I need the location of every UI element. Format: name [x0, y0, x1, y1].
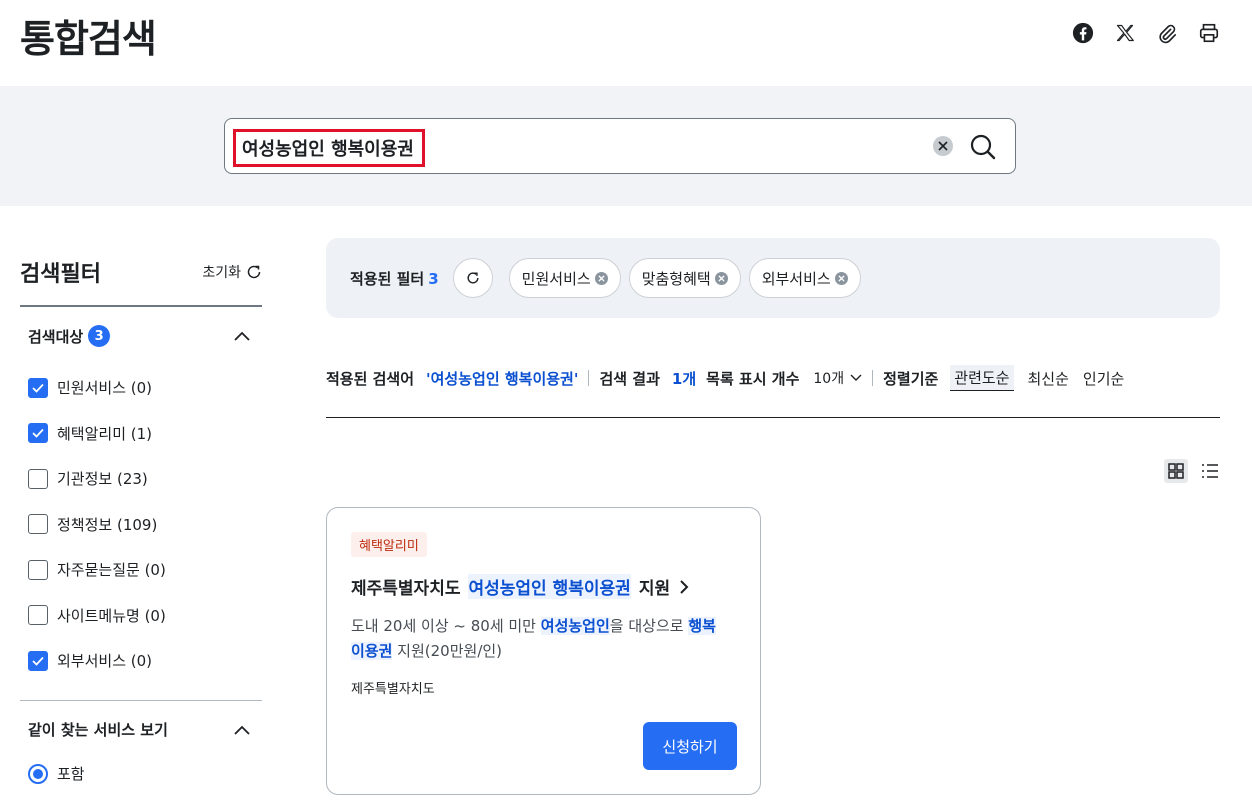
radio-selected[interactable] — [28, 763, 48, 784]
checkbox-label: 기관정보 (23) — [57, 470, 148, 489]
search-input[interactable] — [233, 129, 425, 167]
card-title-link[interactable]: 제주특별자치도 여성농업인 행복이용권 지원 — [351, 574, 690, 599]
chevron-up-icon — [234, 331, 250, 341]
checkbox-policy[interactable]: 정책정보 (109) — [28, 502, 262, 548]
filter-chip-benefit[interactable]: 맞춤형혜택 — [628, 258, 741, 298]
remove-chip-icon[interactable] — [594, 271, 608, 285]
search-button[interactable] — [967, 131, 999, 163]
query-label: 적용된 검색어 — [326, 369, 415, 388]
refresh-icon — [247, 265, 261, 279]
search-box — [224, 118, 1016, 174]
filter-title: 검색필터 — [20, 262, 101, 287]
chevron-up-icon — [234, 725, 250, 735]
card-title-prefix: 제주특별자치도 — [351, 579, 461, 599]
search-filter-panel: 검색필터 초기화 검색대상 3 민원서비스 (0) 혜택알리미 (1) 기관정보… — [20, 256, 262, 789]
checkbox-label: 혜택알리미 (1) — [57, 424, 153, 443]
apply-button[interactable]: 신청하기 — [643, 722, 737, 770]
result-summary-bar: 적용된 검색어 '여성농업인 행복이용권' 검색 결과 1개 목록 표시 개수 … — [326, 362, 1220, 394]
checkbox-label: 자주묻는질문 (0) — [57, 561, 166, 580]
link-icon[interactable] — [1154, 20, 1180, 46]
target-checklist: 민원서비스 (0) 혜택알리미 (1) 기관정보 (23) 정책정보 (109)… — [20, 365, 262, 684]
checkbox-unchecked[interactable] — [28, 605, 48, 626]
target-group-toggle[interactable]: 검색대상 3 — [20, 307, 262, 365]
filter-reset-button[interactable]: 초기화 — [202, 262, 262, 282]
target-group-title: 검색대상 — [28, 327, 84, 346]
card-title-highlight: 여성농업인 행복이용권 — [468, 574, 631, 599]
radio-include[interactable]: 포함 — [20, 759, 262, 789]
page-title: 통합검색 — [20, 17, 157, 61]
checkbox-label: 사이트메뉴명 (0) — [57, 606, 166, 625]
chevron-down-icon — [850, 374, 862, 381]
close-icon — [938, 141, 948, 151]
x-icon[interactable] — [1112, 20, 1138, 46]
grid-view-icon[interactable] — [1164, 459, 1188, 483]
checkbox-unchecked[interactable] — [28, 468, 48, 489]
per-page-value: 10개 — [813, 371, 845, 387]
result-label: 검색 결과 — [599, 369, 660, 388]
checkbox-benefit[interactable]: 혜택알리미 (1) — [28, 411, 262, 457]
checkbox-sitemenu[interactable]: 사이트메뉴명 (0) — [28, 593, 262, 639]
query-value: '여성농업인 행복이용권' — [426, 369, 579, 388]
card-description: 도내 20세 이상 ~ 80세 미만 여성농업인을 대상으로 행복 이용권 지원(… — [351, 617, 716, 660]
list-view-icon[interactable] — [1198, 459, 1222, 483]
applied-filters-count: 3 — [428, 269, 439, 288]
per-page-select[interactable]: 10개 — [813, 368, 862, 388]
filter-chip-minwon[interactable]: 민원서비스 — [508, 258, 621, 298]
applied-reset-button[interactable] — [452, 258, 493, 298]
card-title-suffix: 지원 — [638, 579, 671, 599]
chip-label: 민원서비스 — [521, 269, 591, 288]
target-count-badge: 3 — [88, 325, 111, 347]
search-icon — [970, 134, 996, 160]
checkbox-agency[interactable]: 기관정보 (23) — [28, 456, 262, 502]
sort-latest[interactable]: 최신순 — [1028, 368, 1069, 389]
checkbox-checked[interactable] — [28, 650, 48, 671]
radio-label: 포함 — [57, 765, 85, 783]
result-count: 1개 — [671, 369, 697, 388]
view-toggle — [1164, 459, 1222, 483]
chevron-right-icon — [680, 579, 689, 594]
checkbox-unchecked[interactable] — [28, 514, 48, 535]
search-band — [0, 86, 1252, 206]
facebook-icon[interactable] — [1070, 20, 1096, 46]
result-card: 혜택알리미 제주특별자치도 여성농업인 행복이용권 지원 도내 20세 이상 ~… — [326, 507, 761, 795]
card-category-tag: 혜택알리미 — [351, 532, 427, 557]
checkbox-faq[interactable]: 자주묻는질문 (0) — [28, 547, 262, 593]
sort-relevance[interactable]: 관련도순 — [950, 365, 1014, 391]
sort-popular[interactable]: 인기순 — [1083, 368, 1124, 389]
per-page-label: 목록 표시 개수 — [706, 369, 800, 388]
checkbox-label: 민원서비스 (0) — [57, 379, 153, 398]
together-group-toggle[interactable]: 같이 찾는 서비스 보기 — [20, 701, 262, 759]
print-icon[interactable] — [1196, 20, 1222, 46]
checkbox-label: 외부서비스 (0) — [57, 652, 153, 671]
reset-label: 초기화 — [202, 265, 241, 281]
refresh-icon — [467, 272, 479, 284]
checkbox-unchecked[interactable] — [28, 559, 48, 580]
share-tools — [1070, 20, 1222, 46]
remove-chip-icon[interactable] — [834, 271, 848, 285]
checkbox-minwon[interactable]: 민원서비스 (0) — [28, 365, 262, 411]
sort-label: 정렬기준 — [883, 369, 939, 388]
together-group-title: 같이 찾는 서비스 보기 — [28, 721, 168, 739]
filter-chip-external[interactable]: 외부서비스 — [748, 258, 861, 298]
checkbox-checked[interactable] — [28, 377, 48, 398]
applied-filters-label: 적용된 필터 — [350, 269, 425, 288]
checkbox-checked[interactable] — [28, 423, 48, 444]
chip-label: 외부서비스 — [761, 269, 831, 288]
chip-label: 맞춤형혜택 — [641, 269, 711, 288]
applied-filters: 적용된 필터 3 민원서비스 맞춤형혜택 외부서비스 — [326, 238, 1220, 318]
checkbox-external[interactable]: 외부서비스 (0) — [28, 638, 262, 684]
checkbox-label: 정책정보 (109) — [57, 515, 158, 534]
clear-search-button[interactable] — [933, 136, 953, 156]
card-organization: 제주특별자치도 — [351, 682, 435, 697]
remove-chip-icon[interactable] — [714, 271, 728, 285]
